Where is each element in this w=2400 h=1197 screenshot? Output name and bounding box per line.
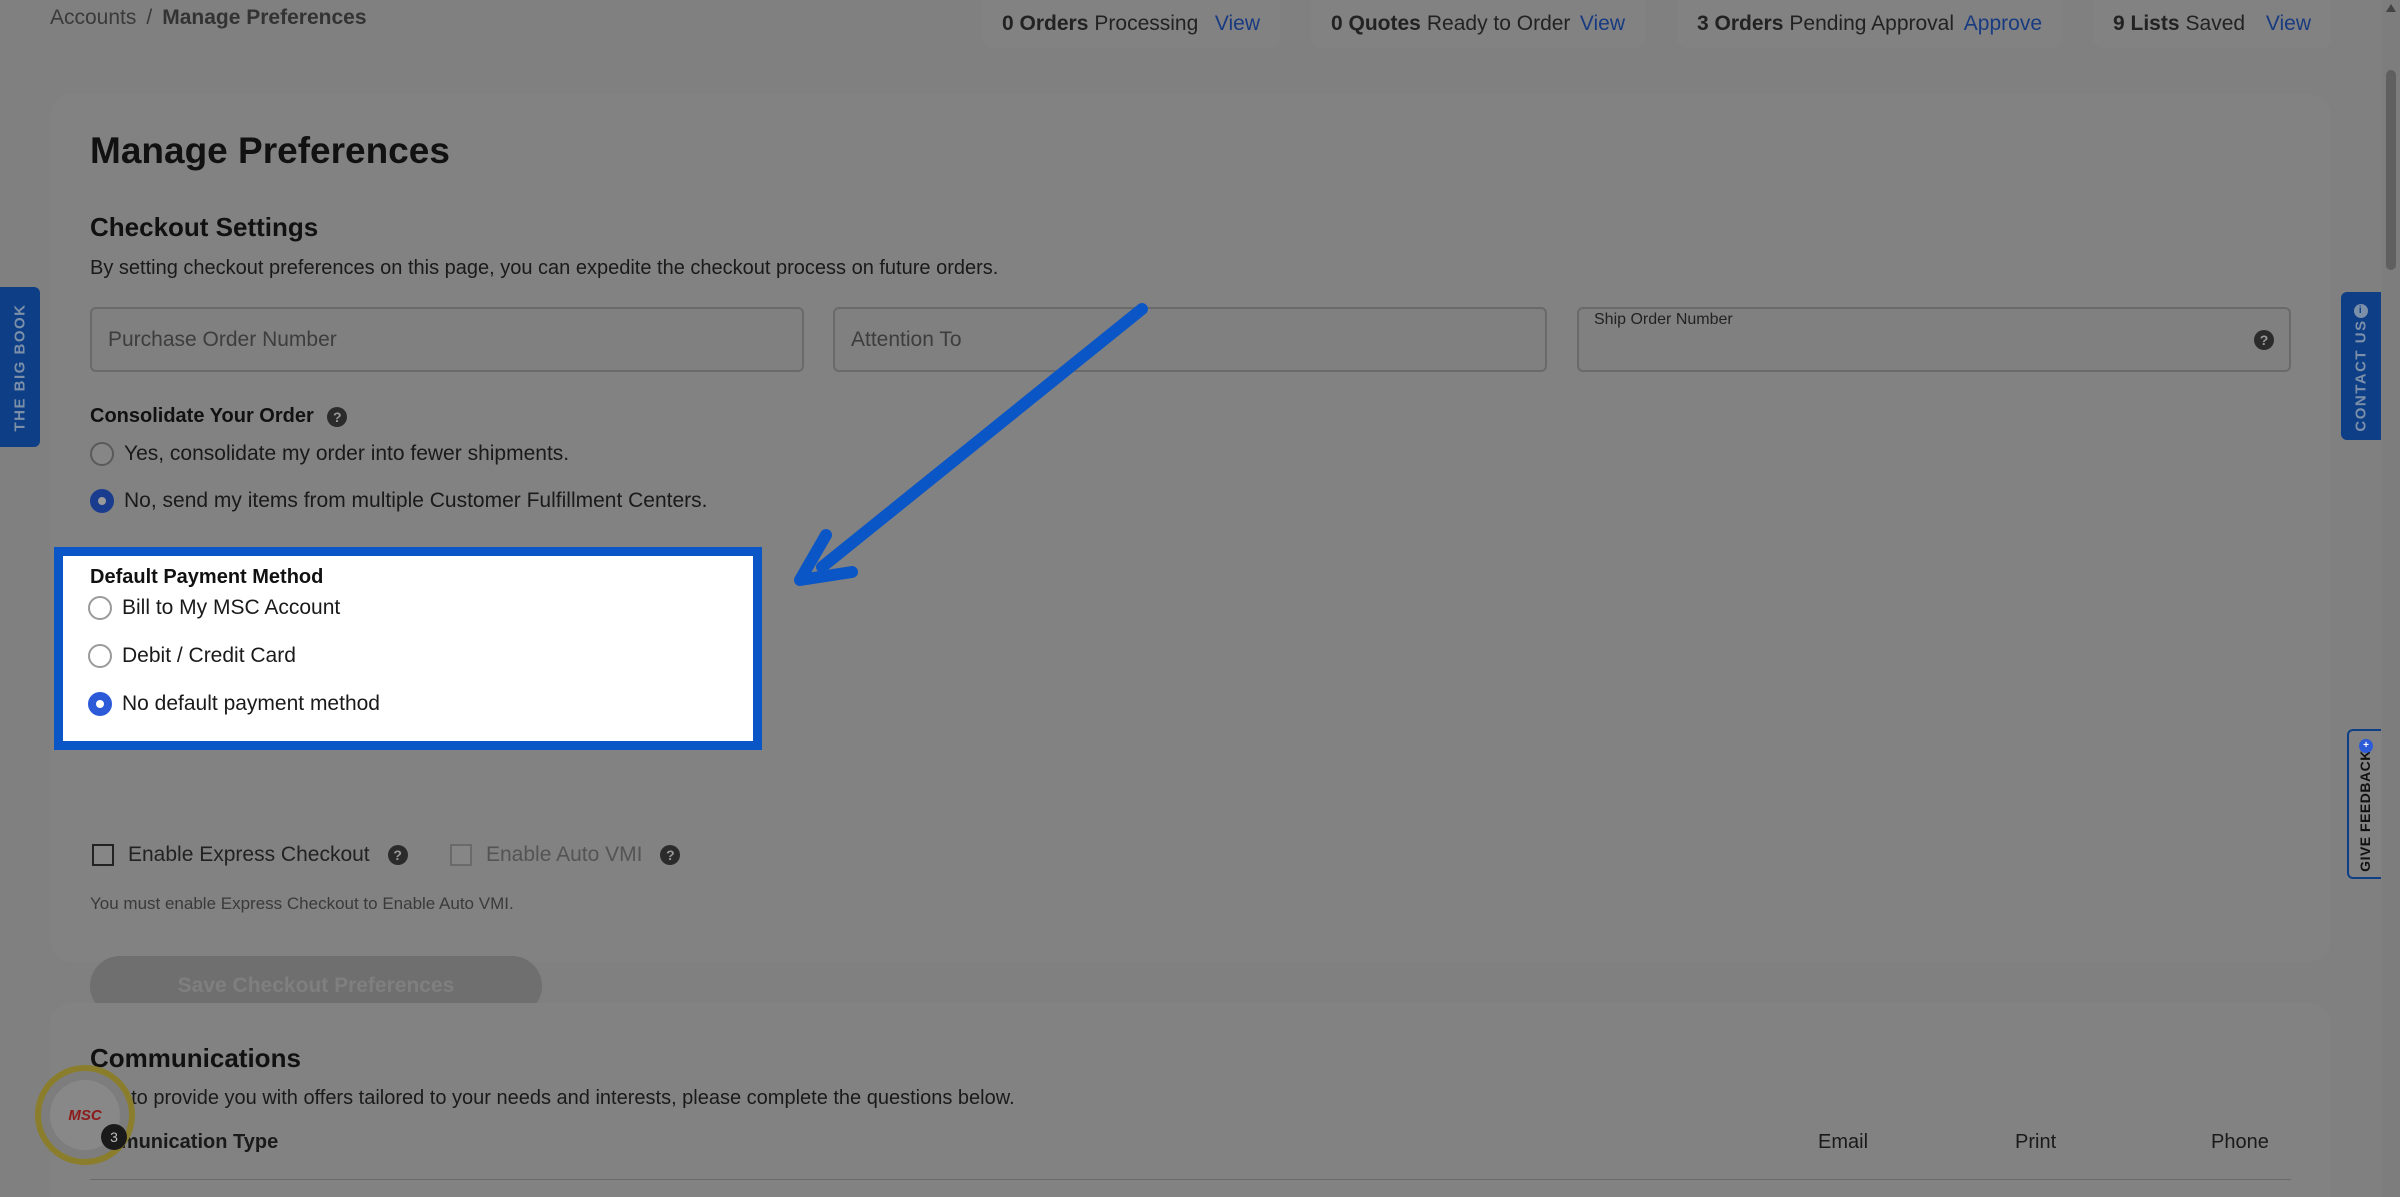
page-scrollbar[interactable] — [2382, 0, 2400, 1197]
contact-us-tab[interactable]: CONTACT US i — [2341, 292, 2381, 440]
scroll-thumb[interactable] — [2386, 70, 2396, 270]
plus-icon: + — [2359, 739, 2373, 753]
column-email: Email — [1818, 1131, 1869, 1153]
scroll-up-icon[interactable] — [2386, 4, 2396, 12]
info-icon: i — [2354, 304, 2368, 318]
communications-description: rder to provide you with offers tailored… — [90, 1087, 1015, 1109]
give-feedback-label: GIVE FEEDBACK — [2357, 750, 2373, 872]
divider — [90, 1179, 2291, 1180]
badge-count: 3 — [101, 1124, 127, 1150]
big-book-tab[interactable]: THE BIG BOOK — [0, 287, 40, 447]
column-phone: Phone — [2211, 1131, 2269, 1153]
give-feedback-tab[interactable]: GIVE FEEDBACK + — [2347, 729, 2381, 879]
msc-rewards-badge[interactable]: MSC 3 — [35, 1065, 135, 1165]
big-book-label: THE BIG BOOK — [11, 302, 29, 432]
communications-card: Communications rder to provide you with … — [50, 1003, 2331, 1197]
contact-us-label: CONTACT US — [2352, 318, 2370, 432]
communications-title: Communications — [90, 1043, 301, 1073]
column-print: Print — [2015, 1131, 2057, 1153]
